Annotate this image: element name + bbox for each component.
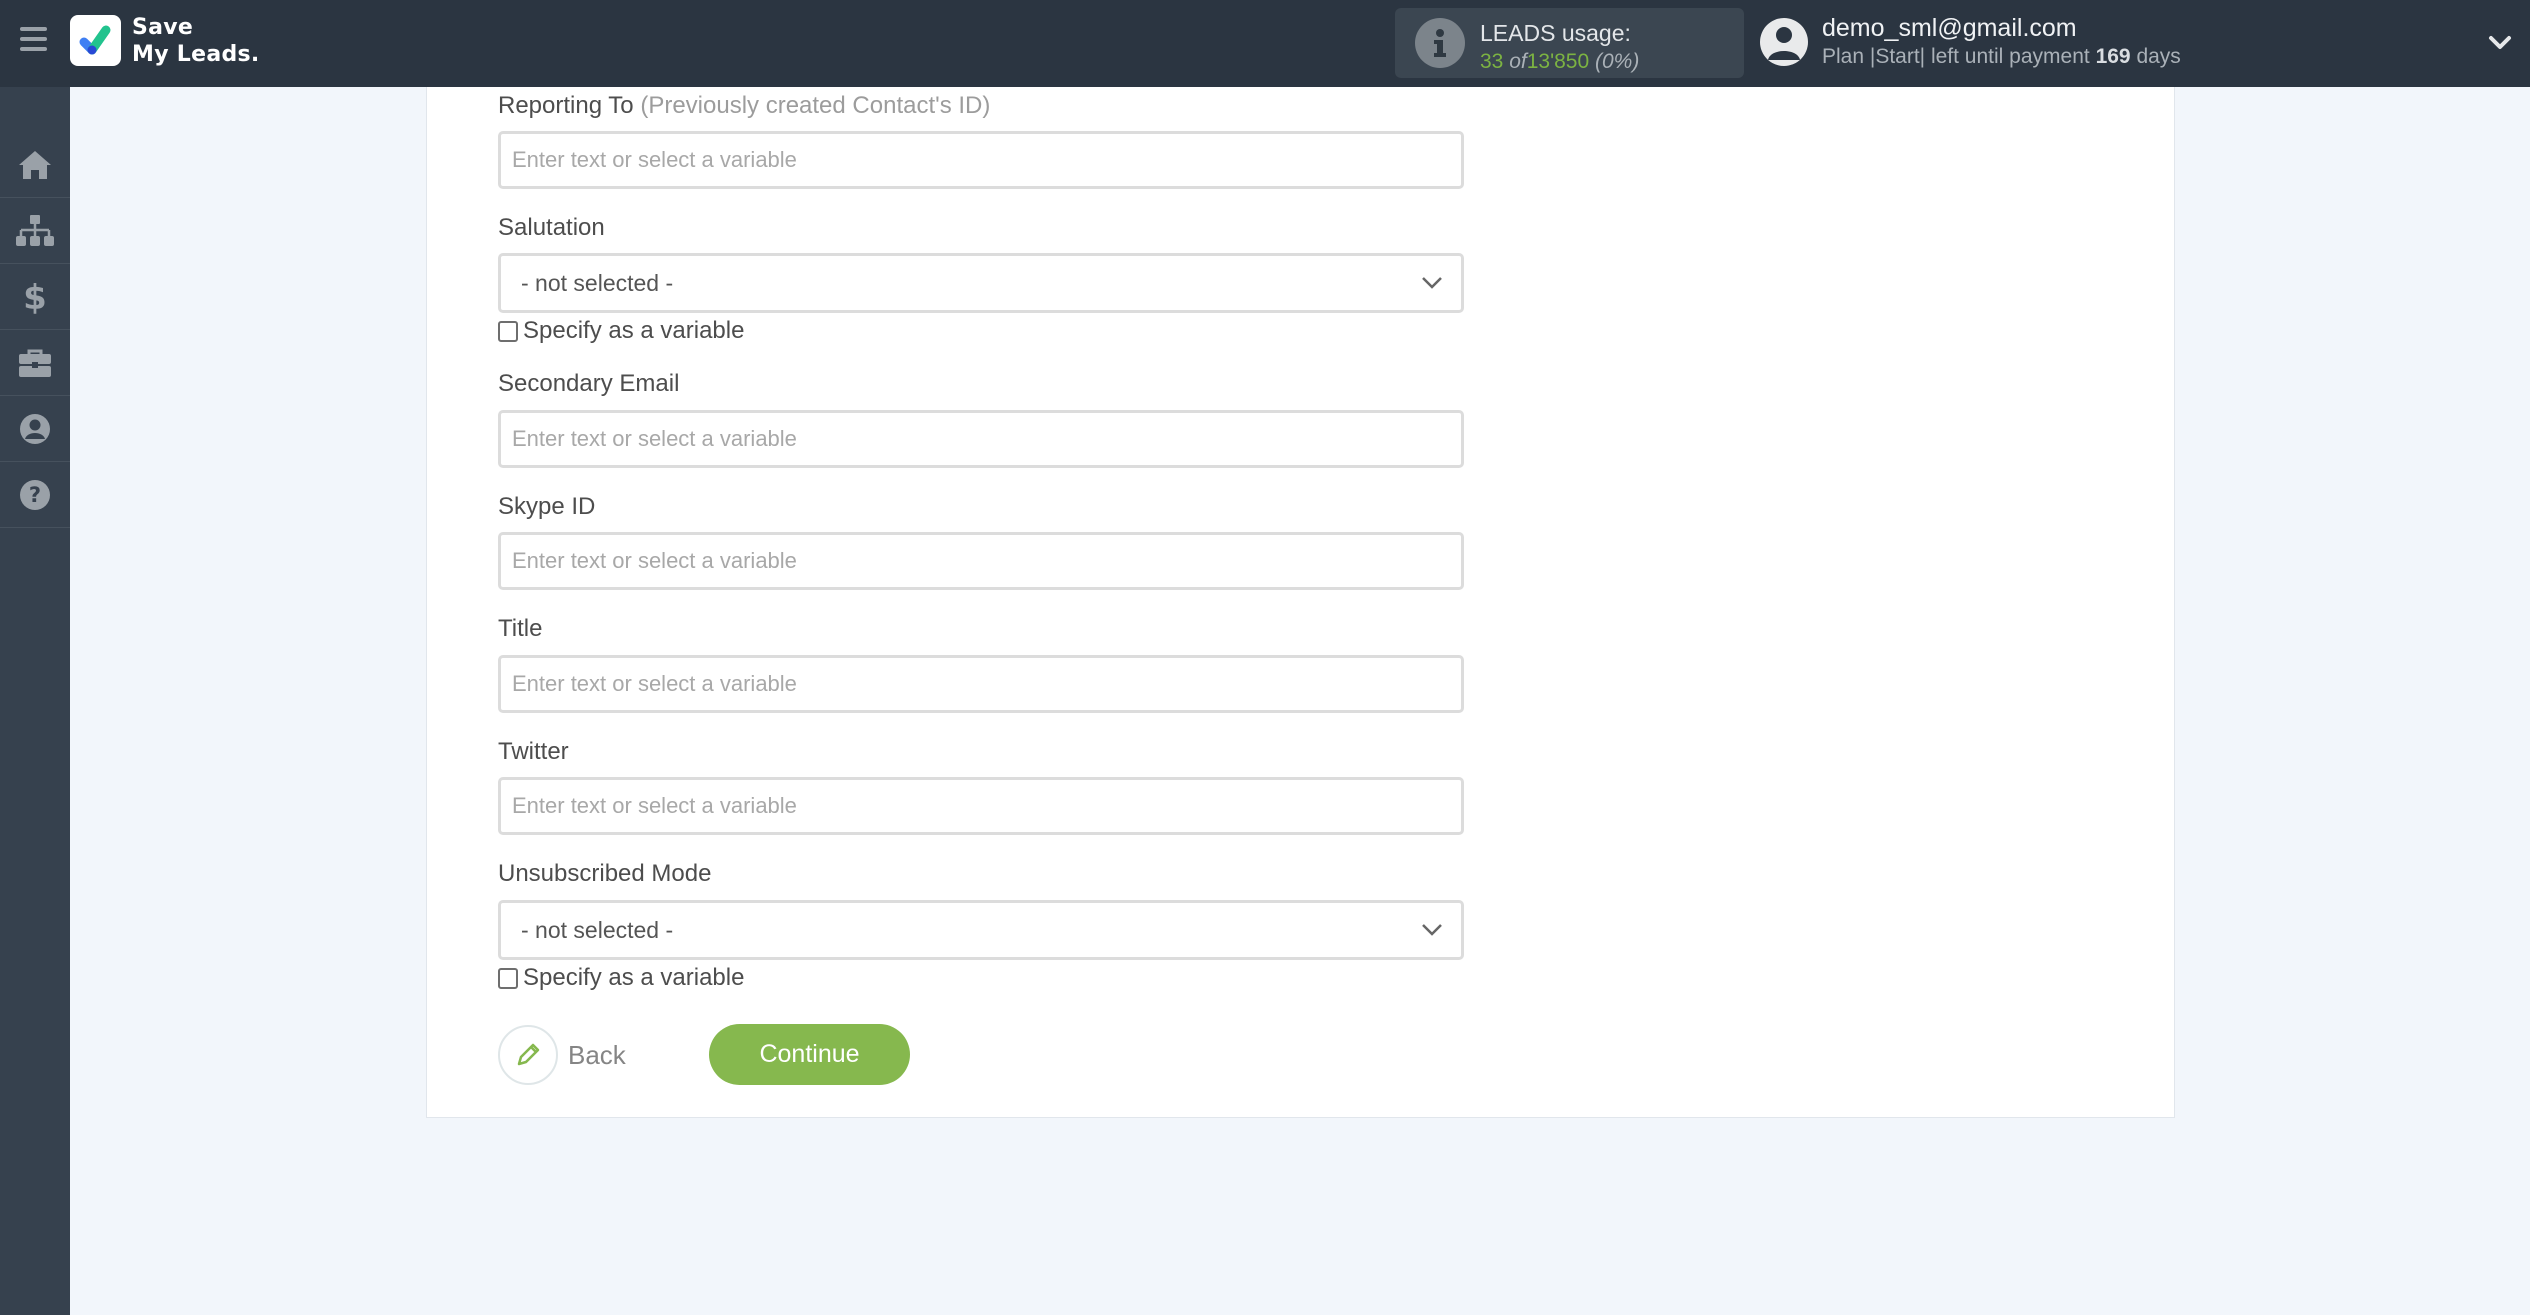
back-label[interactable]: Back bbox=[568, 1040, 626, 1071]
usage-total: 13'850 bbox=[1526, 50, 1590, 73]
sidebar-item-home[interactable] bbox=[0, 132, 70, 198]
title-label: Title bbox=[498, 615, 543, 642]
sidebar-item-account[interactable] bbox=[0, 396, 70, 462]
title-input[interactable] bbox=[501, 658, 1461, 710]
back-circle[interactable] bbox=[498, 1025, 558, 1085]
salutation-selected-value: - not selected - bbox=[521, 270, 674, 296]
dollar-icon: $ bbox=[23, 279, 47, 315]
reporting-to-input[interactable] bbox=[501, 134, 1461, 186]
reporting-to-label: Reporting To (Previously created Contact… bbox=[498, 92, 990, 120]
usage-value: 33 of13'850 (0%) bbox=[1480, 50, 1639, 74]
checkbox-label: Specify as a variable bbox=[523, 964, 745, 991]
logo-icon[interactable] bbox=[70, 15, 121, 66]
skype-id-input[interactable] bbox=[501, 535, 1461, 587]
unsubscribed-mode-select[interactable]: - not selected - bbox=[498, 900, 1464, 960]
checkbox[interactable] bbox=[498, 967, 518, 989]
reporting-to-label-text: Reporting To bbox=[498, 92, 634, 119]
unsubscribed-mode-variable-checkbox[interactable]: Specify as a variable bbox=[498, 964, 744, 992]
sitemap-icon bbox=[16, 214, 54, 246]
secondary-email-input[interactable] bbox=[501, 413, 1461, 465]
twitter-input[interactable] bbox=[501, 780, 1461, 832]
secondary-email-field[interactable] bbox=[498, 410, 1464, 468]
checkbox[interactable] bbox=[498, 320, 518, 342]
sidebar-item-help[interactable]: ? bbox=[0, 462, 70, 528]
back-button[interactable]: Back bbox=[498, 1025, 626, 1085]
logo-text: Save My Leads. bbox=[132, 14, 260, 68]
skype-id-field[interactable] bbox=[498, 532, 1464, 590]
sidebar-item-billing[interactable]: $ bbox=[0, 264, 70, 330]
usage-used: 33 bbox=[1480, 50, 1504, 73]
sidebar: $ ? bbox=[0, 87, 70, 1315]
plan-days-suffix: days bbox=[2136, 45, 2181, 68]
unsubscribed-mode-label: Unsubscribed Mode bbox=[498, 860, 712, 887]
title-field[interactable] bbox=[498, 655, 1464, 713]
skype-id-label: Skype ID bbox=[498, 493, 596, 520]
twitter-label: Twitter bbox=[498, 738, 569, 765]
top-bar: Save My Leads. LEADS usage: 33 of13'850 … bbox=[0, 0, 2530, 87]
chevron-down-icon bbox=[1422, 277, 1442, 289]
user-plan: Plan |Start| left until payment 169 days bbox=[1822, 45, 2181, 69]
reporting-to-field[interactable] bbox=[498, 131, 1464, 189]
secondary-email-label: Secondary Email bbox=[498, 370, 680, 397]
chevron-down-icon bbox=[1422, 924, 1442, 936]
checkbox-label: Specify as a variable bbox=[523, 317, 745, 344]
svg-text:?: ? bbox=[29, 483, 41, 507]
usage-title: LEADS usage: bbox=[1480, 20, 1631, 46]
salutation-label: Salutation bbox=[498, 214, 605, 241]
user-circle-icon bbox=[20, 413, 50, 444]
info-icon bbox=[1415, 18, 1465, 68]
sidebar-item-tools[interactable] bbox=[0, 330, 70, 396]
user-avatar-icon[interactable] bbox=[1760, 18, 1808, 66]
question-circle-icon: ? bbox=[20, 479, 50, 510]
continue-button[interactable]: Continue bbox=[709, 1024, 910, 1085]
plan-days: 169 bbox=[2095, 45, 2131, 68]
salutation-select[interactable]: - not selected - bbox=[498, 253, 1464, 313]
leads-usage-panel: LEADS usage: 33 of13'850 (0%) bbox=[1395, 8, 1744, 78]
twitter-field[interactable] bbox=[498, 777, 1464, 835]
form-card: Reporting To (Previously created Contact… bbox=[426, 87, 2175, 1118]
briefcase-icon bbox=[19, 349, 51, 377]
reporting-to-hint: (Previously created Contact's ID) bbox=[640, 92, 991, 119]
unsubscribed-mode-selected-value: - not selected - bbox=[521, 917, 674, 943]
pencil-icon bbox=[517, 1043, 540, 1066]
logo-line-1: Save bbox=[132, 15, 194, 40]
home-icon bbox=[19, 150, 51, 179]
usage-percent: (0%) bbox=[1594, 50, 1640, 73]
salutation-variable-checkbox[interactable]: Specify as a variable bbox=[498, 317, 744, 345]
sidebar-item-connections[interactable] bbox=[0, 198, 70, 264]
usage-of: of bbox=[1509, 50, 1527, 73]
user-email[interactable]: demo_sml@gmail.com bbox=[1822, 14, 2077, 43]
menu-toggle-icon[interactable] bbox=[20, 27, 50, 55]
plan-text: Plan |Start| left until payment bbox=[1822, 45, 2090, 68]
svg-text:$: $ bbox=[23, 279, 47, 315]
logo-line-2: My Leads. bbox=[132, 42, 260, 67]
chevron-down-icon[interactable] bbox=[2485, 28, 2515, 58]
